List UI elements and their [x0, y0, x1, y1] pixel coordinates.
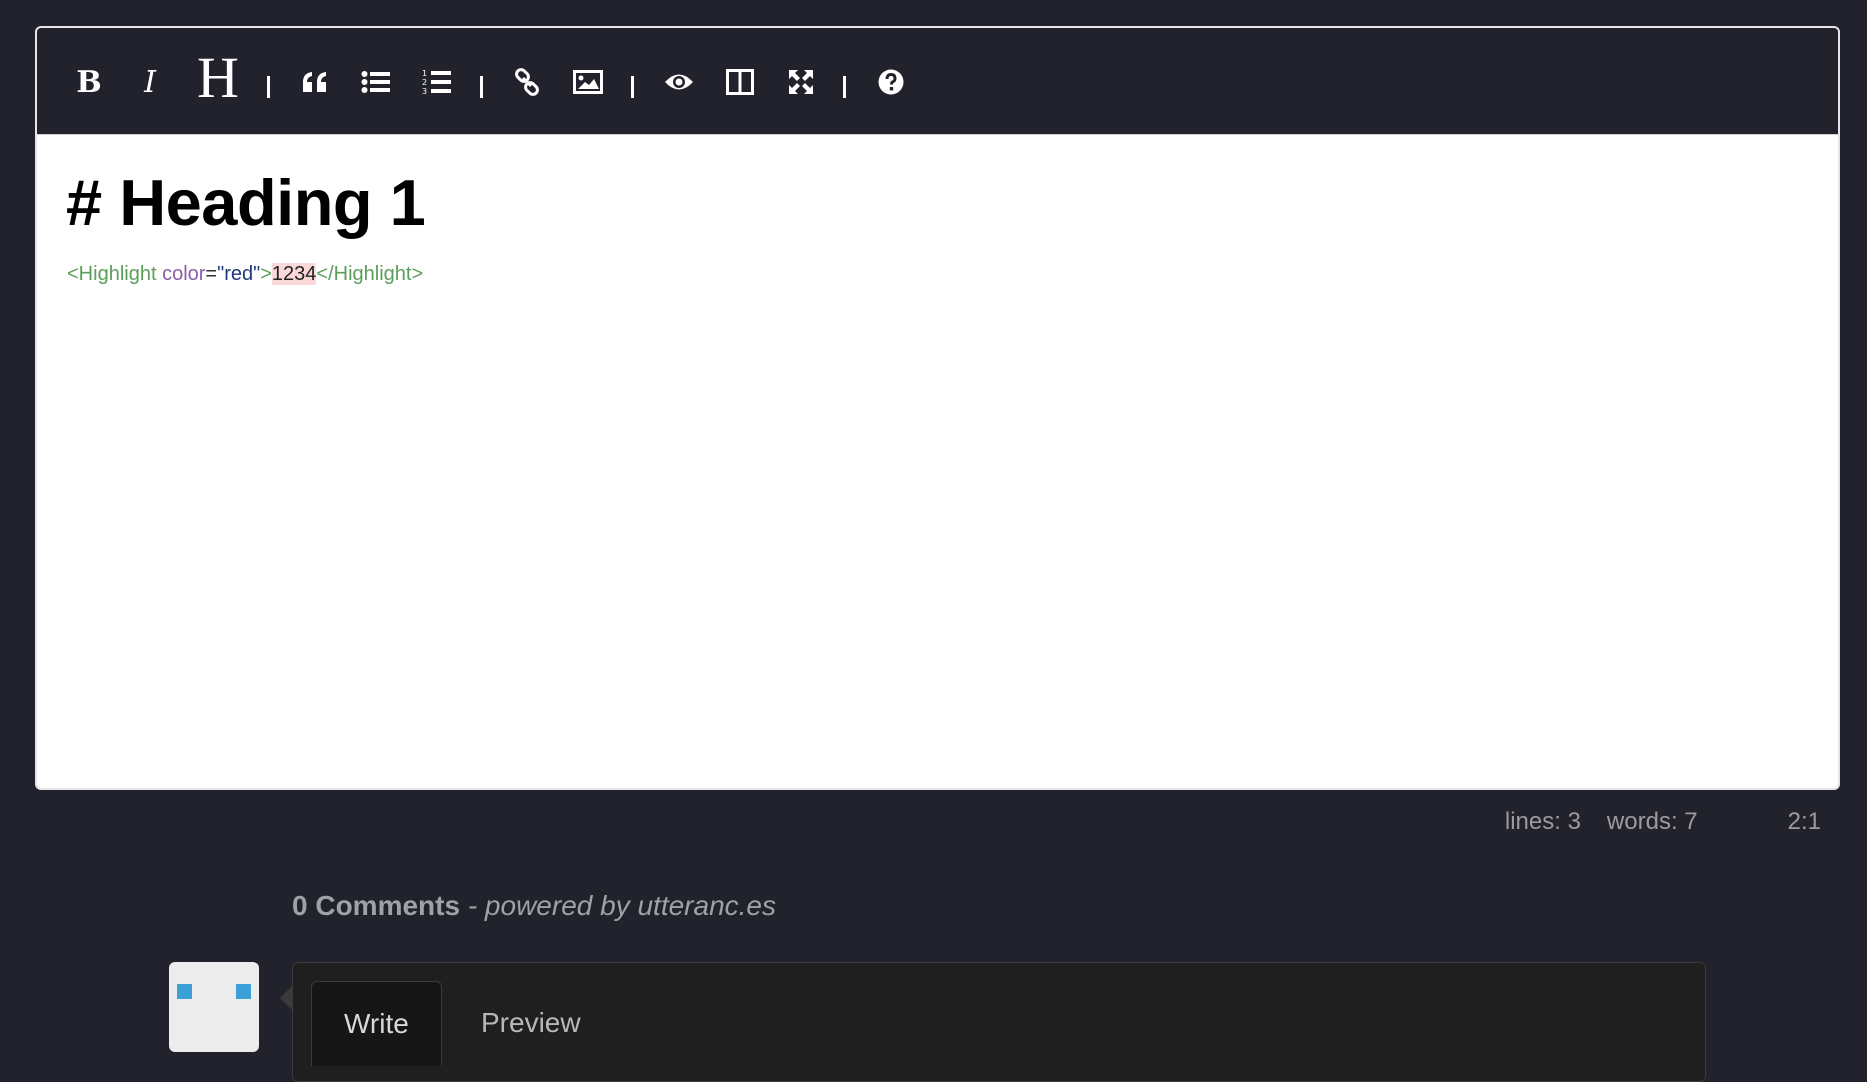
help-icon — [878, 69, 904, 95]
editor-toolbar: B I H 1 2 3 — [37, 28, 1838, 135]
attr-value: "red" — [217, 263, 261, 285]
heading-button[interactable]: H — [187, 49, 249, 107]
preview-icon — [665, 74, 693, 90]
avatar — [169, 962, 259, 1052]
toolbar-separator — [843, 76, 846, 98]
cursor-position: 2:1 — [1787, 808, 1821, 835]
line-count: lines: 3 — [1504, 808, 1581, 835]
image-icon — [573, 70, 603, 94]
svg-text:3: 3 — [422, 87, 427, 96]
svg-text:2: 2 — [422, 78, 427, 87]
attr-name: color — [156, 263, 206, 285]
toolbar-separator — [267, 76, 270, 98]
quote-icon — [303, 72, 326, 92]
heading-line: # Heading 1 — [66, 166, 426, 239]
toolbar-separator — [631, 76, 634, 98]
image-button[interactable] — [564, 60, 612, 104]
bold-button[interactable]: B — [65, 60, 113, 104]
attr-eq: = — [205, 263, 218, 285]
preview-button[interactable] — [655, 60, 703, 104]
svg-text:1: 1 — [422, 69, 427, 78]
side-by-side-icon — [726, 69, 754, 95]
comment-box-caret — [280, 986, 292, 1010]
ordered-list-button[interactable]: 1 2 3 — [413, 60, 461, 104]
markdown-editor: B I H 1 2 3 # Heading 1 <Highlight color… — [35, 26, 1840, 790]
comment-box: Write Preview — [292, 962, 1706, 1082]
italic-icon: I — [144, 64, 156, 100]
open-tag-end: > — [260, 263, 272, 285]
powered-by: - powered by utteranc.es — [460, 890, 776, 921]
heading-icon: H — [197, 45, 239, 110]
tab-write[interactable]: Write — [311, 981, 442, 1066]
word-count: words: 7 — [1606, 808, 1698, 835]
avatar-pixel — [236, 984, 251, 999]
close-tag: </Highlight> — [316, 263, 424, 285]
ordered-list-icon: 1 2 3 — [422, 69, 451, 96]
avatar-pixel — [177, 984, 192, 999]
tab-preview[interactable]: Preview — [449, 981, 613, 1065]
editor-statusbar: lines: 3 words: 7 2:1 — [1505, 808, 1821, 836]
link-icon — [515, 68, 539, 96]
highlighted-text: 1234 — [271, 263, 317, 285]
side-by-side-button[interactable] — [716, 60, 764, 104]
comment-count: 0 Comments — [292, 890, 461, 921]
quote-button[interactable] — [291, 60, 339, 104]
unordered-list-icon — [361, 71, 390, 93]
open-tag-start: <Highlight — [67, 263, 157, 285]
toolbar-separator — [480, 76, 483, 98]
comments-header: 0 Comments - powered by utteranc.es — [292, 890, 776, 922]
bold-icon: B — [76, 64, 102, 100]
help-button[interactable] — [867, 60, 915, 104]
link-button[interactable] — [503, 60, 551, 104]
highlight-code-line: <Highlight color="red">1234</Highlight> — [67, 263, 423, 286]
italic-button[interactable]: I — [126, 60, 174, 104]
fullscreen-icon — [789, 70, 813, 94]
unordered-list-button[interactable] — [352, 60, 400, 104]
fullscreen-button[interactable] — [777, 60, 825, 104]
